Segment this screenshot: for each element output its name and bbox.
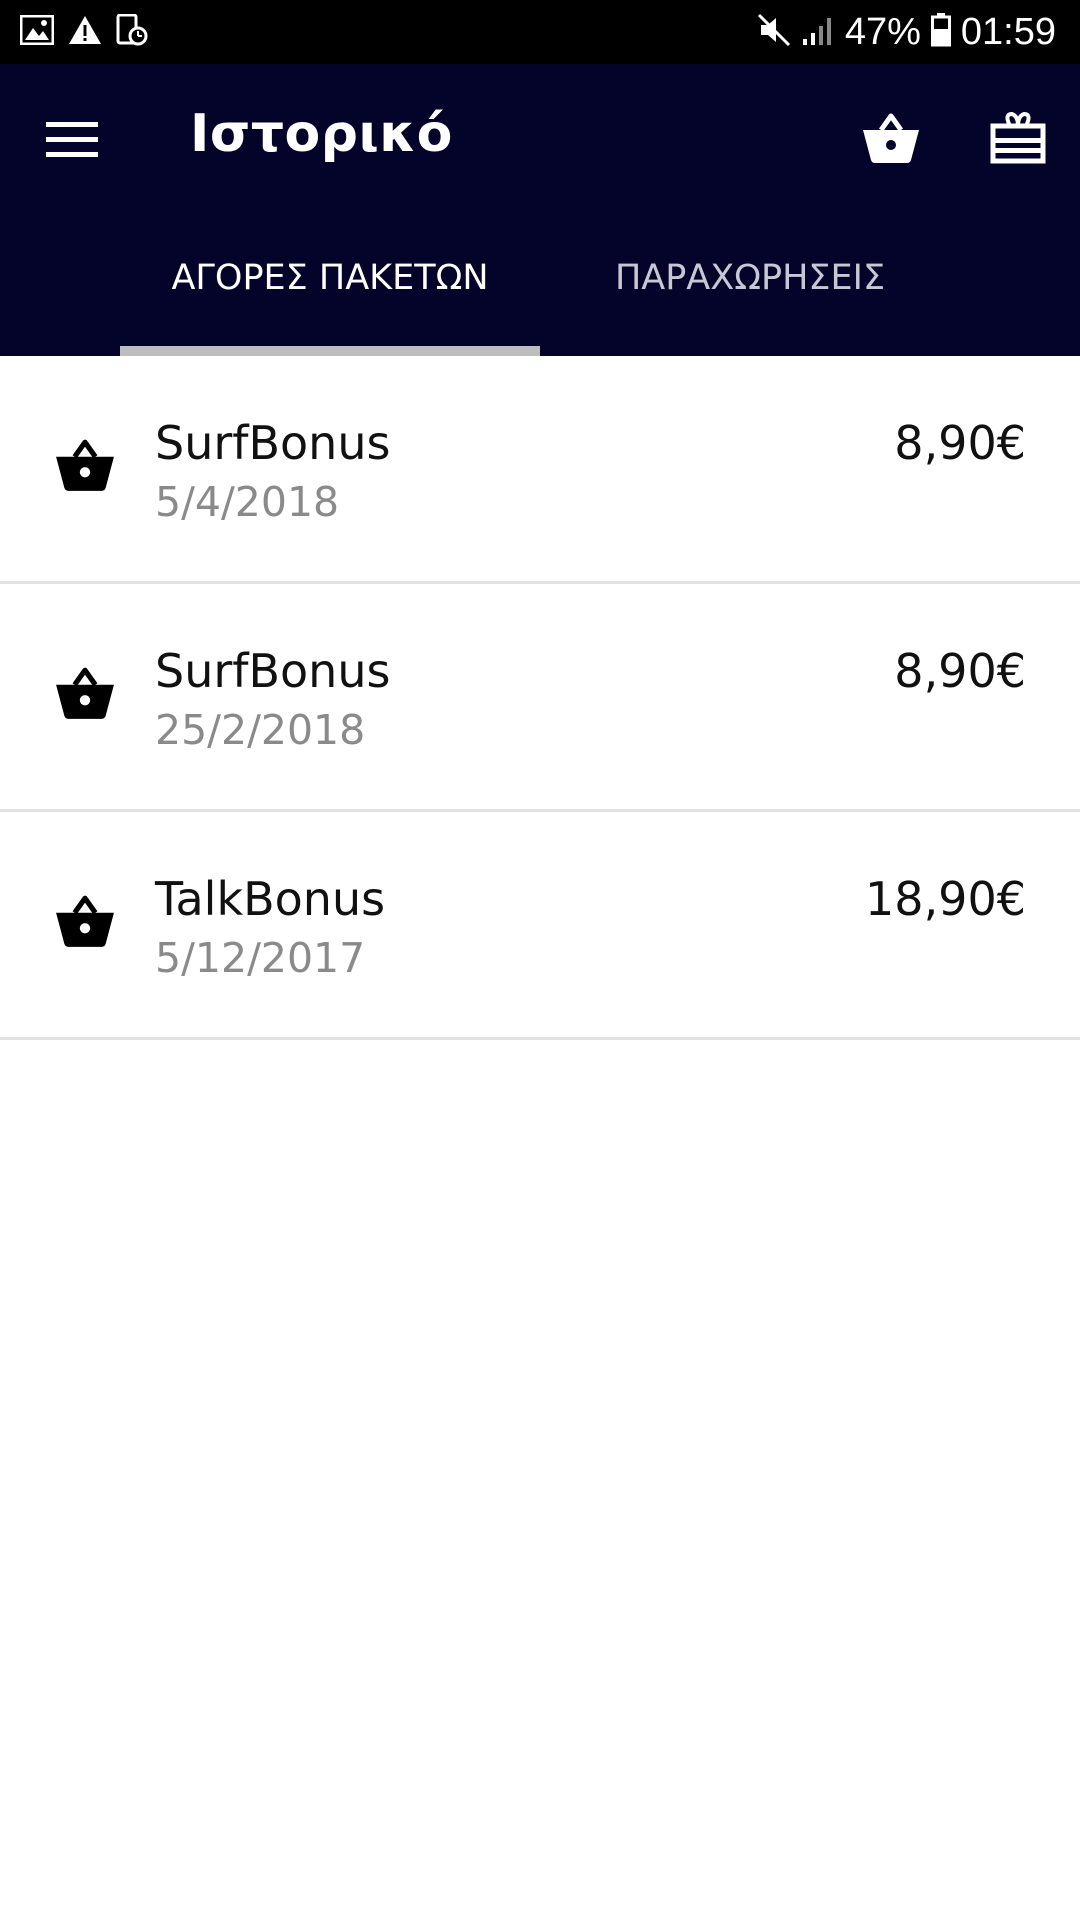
- battery-icon: [930, 12, 951, 52]
- list-item[interactable]: SurfBonus 5/4/2018 8,90€: [0, 356, 1080, 584]
- basket-icon: [54, 666, 116, 728]
- tab-grants[interactable]: ΠΑΡΑΧΩΡΗΣΕΙΣ: [540, 258, 960, 356]
- package-name: TalkBonus: [155, 872, 386, 926]
- package-name: SurfBonus: [155, 416, 391, 470]
- page-title: Ιστορικό: [190, 104, 453, 164]
- package-name: SurfBonus: [155, 644, 391, 698]
- purchase-price: 8,90€: [894, 416, 1026, 470]
- status-bar-notifications: [19, 13, 148, 51]
- status-bar-system: 47% 01:59: [757, 11, 1056, 54]
- basket-icon: [54, 894, 116, 956]
- battery-percentage: 47%: [844, 10, 921, 53]
- image-icon: [19, 14, 55, 50]
- list-item[interactable]: TalkBonus 5/12/2017 18,90€: [0, 812, 1080, 1040]
- gift-card-button[interactable]: [984, 106, 1052, 174]
- basket-icon: [861, 112, 921, 169]
- purchase-price: 8,90€: [894, 644, 1026, 698]
- purchase-date: 25/2/2018: [155, 706, 366, 754]
- gift-icon: [990, 111, 1046, 169]
- tab-package-purchases[interactable]: ΑΓΟΡΕΣ ΠΑΚΕΤΩΝ: [120, 258, 540, 356]
- purchase-history-list: SurfBonus 5/4/2018 8,90€ SurfBonus 25/2/…: [0, 356, 1080, 1040]
- menu-icon: [46, 120, 98, 165]
- mute-icon: [757, 13, 791, 52]
- status-bar: 47% 01:59: [0, 0, 1080, 64]
- selected-tab-indicator: [120, 346, 540, 356]
- warning-icon: [68, 15, 102, 50]
- signal-icon: [801, 13, 835, 52]
- screen-timer-icon: [116, 13, 148, 51]
- purchase-price: 18,90€: [865, 872, 1026, 926]
- clock: 01:59: [960, 10, 1056, 53]
- list-item[interactable]: SurfBonus 25/2/2018 8,90€: [0, 584, 1080, 812]
- purchase-date: 5/4/2018: [155, 478, 340, 526]
- basket-icon: [54, 438, 116, 500]
- menu-button[interactable]: [42, 112, 102, 172]
- purchase-date: 5/12/2017: [155, 934, 366, 982]
- basket-button[interactable]: [857, 106, 925, 174]
- app-bar: Ιστορικό ΑΓΟΡΕΣ ΠΑΚΕΤΩΝ ΠΑΡΑΧΩΡΗΣΕΙΣ: [0, 64, 1080, 356]
